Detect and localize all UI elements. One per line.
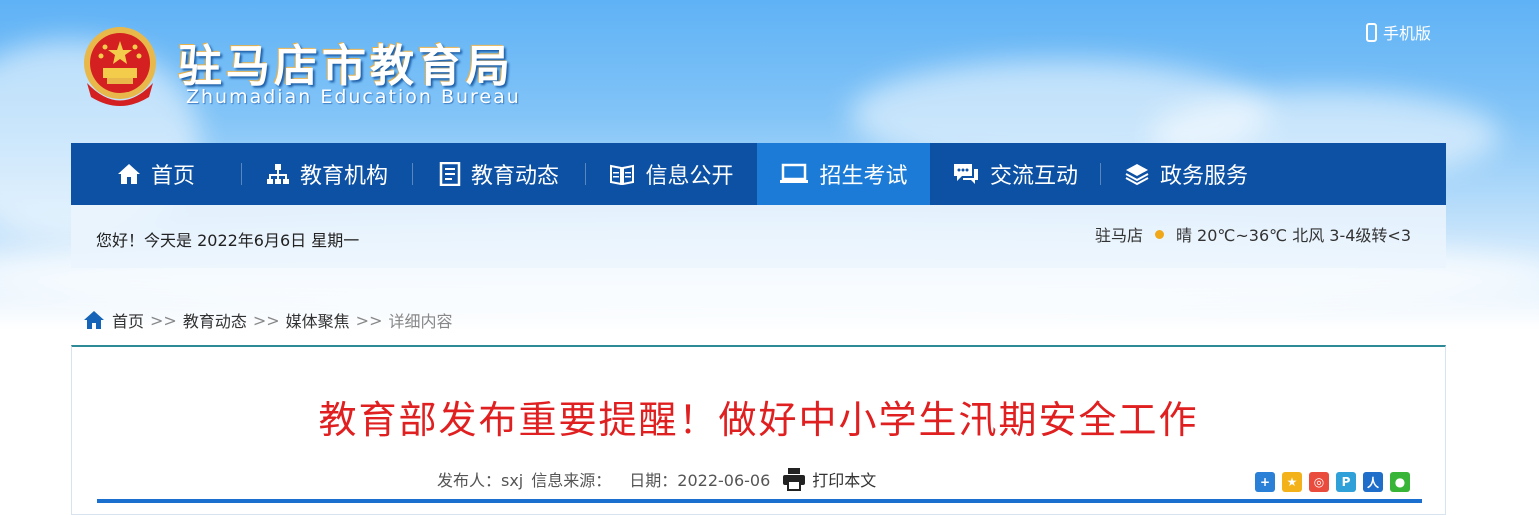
article-meta: 发布人：sxj 信息来源： 日期：2022-06-06 打印本文 bbox=[437, 467, 884, 491]
article-panel: 教育部发布重要提醒！做好中小学生汛期安全工作 发布人：sxj 信息来源： 日期：… bbox=[71, 345, 1446, 515]
share-more-icon[interactable]: + bbox=[1255, 472, 1275, 492]
nav-label: 交流互动 bbox=[989, 164, 1078, 189]
org-chart-icon bbox=[266, 163, 290, 185]
article-source: 信息来源： bbox=[531, 471, 612, 490]
nav-item-services[interactable]: 政务服务 bbox=[1101, 143, 1271, 205]
nav-label: 教育机构 bbox=[299, 164, 388, 189]
divider-line bbox=[97, 499, 1422, 503]
article-publisher: 发布人：sxj bbox=[437, 471, 524, 490]
share-weibo-icon[interactable]: ◎ bbox=[1309, 472, 1329, 492]
home-icon bbox=[117, 163, 141, 185]
nav-item-institutions[interactable]: 教育机构 bbox=[242, 143, 412, 205]
breadcrumb-separator: >> bbox=[252, 310, 280, 330]
breadcrumb-current: 详细内容 bbox=[388, 312, 453, 331]
layers-icon bbox=[1124, 162, 1150, 186]
nav-label: 招生考试 bbox=[819, 164, 908, 189]
nav-item-home[interactable]: 首页 bbox=[71, 143, 241, 205]
share-wechat-icon[interactable]: ● bbox=[1390, 472, 1410, 492]
print-label: 打印本文 bbox=[812, 471, 877, 490]
print-button[interactable]: 打印本文 bbox=[782, 467, 884, 491]
nav-label: 首页 bbox=[150, 164, 195, 189]
breadcrumb-separator: >> bbox=[150, 310, 177, 330]
nav-label: 信息公开 bbox=[645, 164, 734, 189]
share-tqq-icon[interactable]: P bbox=[1336, 472, 1356, 492]
site-subtitle: Zhumadian Education Bureau bbox=[186, 86, 521, 108]
breadcrumb-separator: >> bbox=[355, 310, 383, 330]
laptop-icon bbox=[779, 163, 809, 185]
nav-item-disclosure[interactable]: 信息公开 bbox=[586, 143, 757, 205]
sun-icon bbox=[1154, 229, 1164, 239]
nav-label: 政务服务 bbox=[1159, 164, 1248, 189]
weather-text: 晴 20℃~36℃ 北风 3-4级转<3 bbox=[1175, 226, 1411, 245]
weather-widget: 驻马店 晴 20℃~36℃ 北风 3-4级转<3 bbox=[1095, 222, 1411, 246]
mobile-version-label: 手机版 bbox=[1383, 24, 1432, 43]
nav-item-news[interactable]: 教育动态 bbox=[413, 143, 585, 205]
share-bar: + ★ ◎ P 人 ● bbox=[1248, 472, 1410, 492]
home-icon bbox=[84, 311, 104, 329]
breadcrumb-news[interactable]: 教育动态 bbox=[183, 308, 247, 332]
nav-label: 教育动态 bbox=[470, 164, 559, 189]
share-qzone-icon[interactable]: ★ bbox=[1282, 472, 1302, 492]
breadcrumb-media[interactable]: 媒体聚焦 bbox=[286, 308, 350, 332]
nav-item-interaction[interactable]: 交流互动 bbox=[930, 143, 1100, 205]
site-title: 驻马店市教育局 bbox=[178, 41, 514, 92]
mobile-version-link[interactable]: 手机版 bbox=[1366, 20, 1431, 44]
book-icon bbox=[609, 163, 635, 185]
breadcrumb: 首页 >> 教育动态 >> 媒体聚焦 >> 详细内容 bbox=[84, 308, 453, 332]
main-nav: 首页 教育机构 教育动态 信息公开 招生考试 交流互动 政务服务 bbox=[71, 143, 1446, 205]
article-title: 教育部发布重要提醒！做好中小学生汛期安全工作 bbox=[318, 398, 1199, 442]
article-date: 日期：2022-06-06 bbox=[629, 471, 771, 490]
phone-icon bbox=[1366, 22, 1377, 42]
greeting-date: 您好！今天是 2022年6月6日 星期一 bbox=[96, 231, 360, 250]
chat-icon bbox=[952, 162, 980, 186]
share-renren-icon[interactable]: 人 bbox=[1363, 472, 1383, 492]
weather-city: 驻马店 bbox=[1094, 226, 1143, 245]
info-bar: 您好！今天是 2022年6月6日 星期一 驻马店 晴 20℃~36℃ 北风 3-… bbox=[71, 205, 1446, 268]
printer-icon bbox=[782, 467, 806, 491]
nav-item-admissions[interactable]: 招生考试 bbox=[757, 143, 930, 205]
document-icon bbox=[439, 162, 461, 186]
breadcrumb-home[interactable]: 首页 bbox=[112, 308, 144, 332]
national-emblem-logo bbox=[79, 23, 161, 109]
